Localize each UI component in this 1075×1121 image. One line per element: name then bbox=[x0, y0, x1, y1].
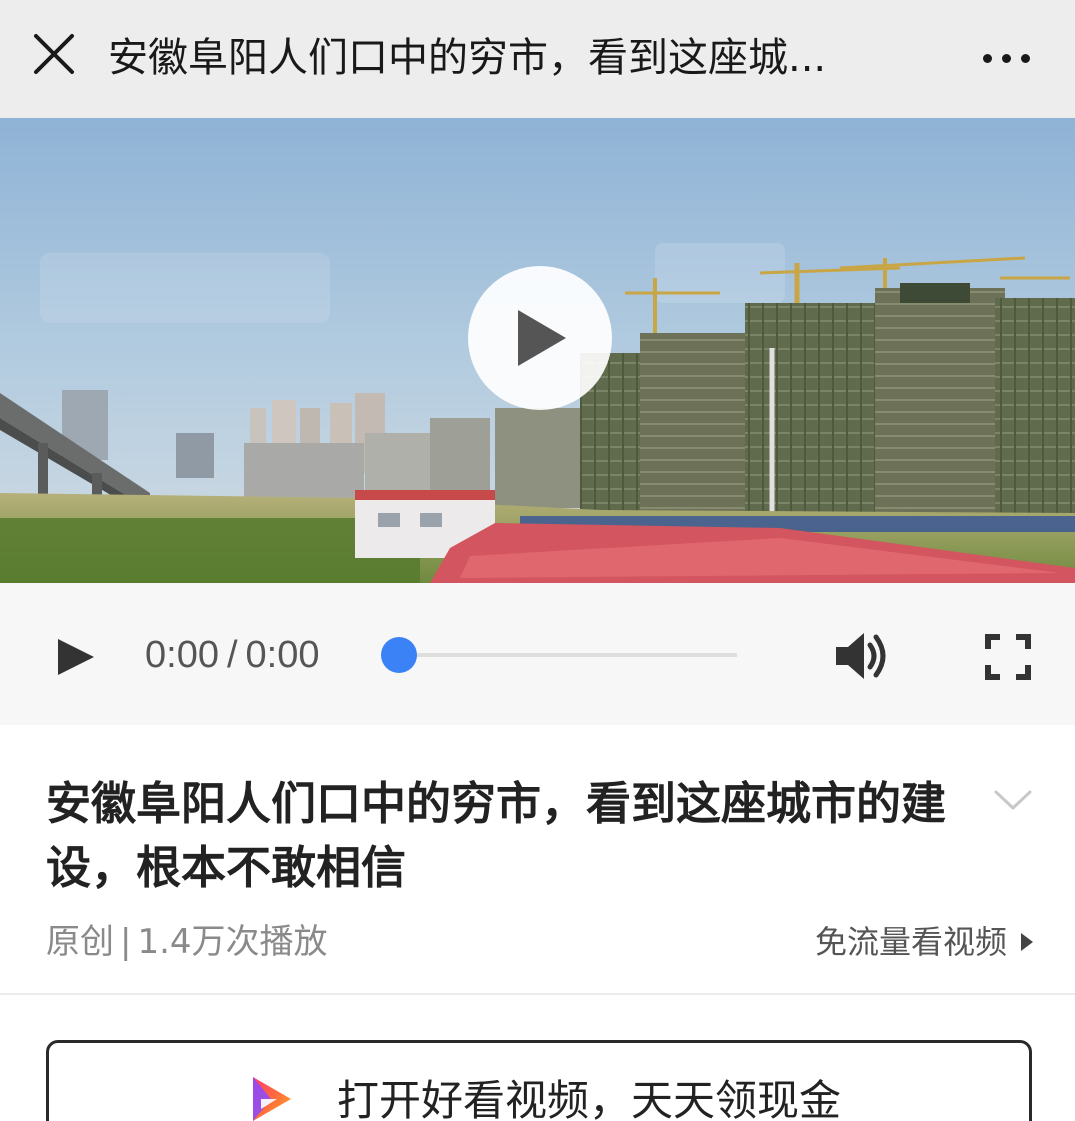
original-tag: 原创 bbox=[46, 922, 114, 962]
more-icon-dot bbox=[1001, 53, 1011, 63]
volume-icon[interactable] bbox=[832, 627, 894, 685]
app-logo-icon bbox=[253, 1077, 291, 1121]
center-play-button[interactable] bbox=[468, 266, 612, 410]
close-button[interactable] bbox=[24, 24, 84, 84]
close-icon bbox=[34, 34, 74, 74]
time-display: 0:00/0:00 bbox=[145, 631, 320, 679]
video-title: 安徽阜阳人们口中的穷市，看到这座城市的建设，根本不敢相信 bbox=[46, 777, 947, 894]
free-data-link[interactable]: 免流量看视频 bbox=[815, 918, 1035, 966]
triangle-right-icon bbox=[1021, 933, 1033, 951]
current-time: 0:00 bbox=[145, 634, 219, 676]
open-app-button[interactable]: 打开好看视频，天天领现金 bbox=[46, 1040, 1032, 1121]
more-icon-dot bbox=[1020, 53, 1030, 63]
time-separator: / bbox=[226, 634, 238, 676]
page-title: 安徽阜阳人们口中的穷市，看到这座城... bbox=[108, 35, 827, 81]
video-control-bar: 0:00/0:00 bbox=[0, 583, 1075, 725]
progress-knob[interactable] bbox=[381, 637, 417, 673]
open-app-label: 打开好看视频，天天领现金 bbox=[337, 1076, 842, 1121]
more-button[interactable] bbox=[968, 30, 1044, 86]
duration: 0:00 bbox=[245, 634, 320, 676]
free-data-label: 免流量看视频 bbox=[814, 923, 1007, 961]
play-icon[interactable] bbox=[48, 631, 100, 683]
fullscreen-icon[interactable] bbox=[982, 631, 1034, 683]
more-icon bbox=[982, 53, 992, 63]
chevron-down-icon[interactable] bbox=[992, 786, 1034, 816]
video-meta: 原创 | 1.4万次播放 bbox=[46, 918, 328, 966]
video-player[interactable] bbox=[0, 118, 1075, 583]
meta-separator: | bbox=[120, 922, 132, 962]
top-navigation-bar: 安徽阜阳人们口中的穷市，看到这座城... bbox=[0, 0, 1075, 118]
page: 安徽阜阳人们口中的穷市，看到这座城... 0:00 / 0:00 安徽阜阳人们口… bbox=[0, 0, 1075, 1121]
progress-bar[interactable] bbox=[381, 637, 737, 673]
play-icon bbox=[518, 310, 566, 366]
section-divider bbox=[0, 993, 1075, 995]
play-count: 1.4万次播放 bbox=[137, 922, 328, 962]
